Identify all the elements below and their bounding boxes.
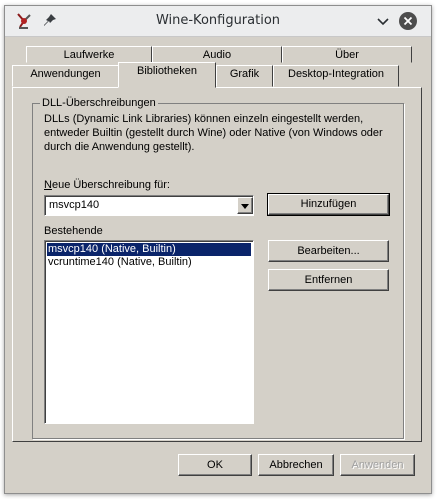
tab-label: Audio xyxy=(202,49,232,61)
tab-label: Laufwerke xyxy=(63,49,115,61)
apply-button[interactable]: Anwenden xyxy=(340,454,415,476)
tab-label: Anwendungen xyxy=(30,68,101,80)
tab-anwendungen[interactable]: Anwendungen xyxy=(12,65,119,87)
tab-label: Desktop-Integration xyxy=(288,68,384,80)
list-item[interactable]: vcruntime140 (Native, Builtin) xyxy=(47,256,251,269)
cancel-button[interactable]: Abbrechen xyxy=(258,454,334,476)
combobox-value: msvcp140 xyxy=(49,199,100,211)
tab-label: Bibliotheken xyxy=(137,65,197,77)
new-override-label-text: eue Überschreibung für: xyxy=(51,179,170,191)
combobox-dropdown-button[interactable] xyxy=(237,197,253,214)
list-item[interactable]: msvcp140 (Native, Builtin) xyxy=(47,243,251,256)
window-title: Wine-Konfiguration xyxy=(155,13,281,28)
edit-button[interactable]: Bearbeiten... xyxy=(268,240,389,262)
new-override-label: Neue Überschreibung für: xyxy=(44,179,170,191)
dropdown-arrow-icon xyxy=(241,204,249,209)
tab-grafik[interactable]: Grafik xyxy=(216,65,273,87)
tab-label: Über xyxy=(335,49,359,61)
ok-button[interactable]: OK xyxy=(178,454,252,476)
description-text: DLLs (Dynamic Link Libraries) können ein… xyxy=(44,113,383,153)
tab-ueber[interactable]: Über xyxy=(282,46,412,63)
remove-button-label: Entfernen xyxy=(304,274,353,286)
group-label: DLL-Überschreibungen xyxy=(40,97,158,109)
cancel-button-label: Abbrechen xyxy=(269,459,323,471)
chevron-down-icon[interactable] xyxy=(373,11,393,31)
new-override-combobox[interactable]: msvcp140 xyxy=(44,195,254,216)
title-bar: Wine-Konfiguration xyxy=(5,6,431,37)
add-button-label: Hinzufügen xyxy=(300,198,357,210)
tab-bibliotheken[interactable]: Bibliotheken xyxy=(118,62,216,88)
tab-laufwerke[interactable]: Laufwerke xyxy=(26,46,152,63)
add-button[interactable]: Hinzufügen xyxy=(267,193,390,216)
ok-button-label: OK xyxy=(207,459,223,471)
tab-label: Grafik xyxy=(229,68,260,80)
apply-button-label: Anwenden xyxy=(351,459,404,471)
tab-desktop-integration[interactable]: Desktop-Integration xyxy=(273,65,399,87)
tab-audio[interactable]: Audio xyxy=(152,46,282,63)
close-icon[interactable] xyxy=(398,11,418,31)
wine-config-window: Wine-Konfiguration Laufwerke Audio Über … xyxy=(4,5,432,494)
existing-label: Bestehende xyxy=(44,225,103,237)
existing-overrides-list[interactable]: msvcp140 (Native, Builtin) vcruntime140 … xyxy=(44,240,254,424)
edit-button-label: Bearbeiten... xyxy=(297,245,360,257)
remove-button[interactable]: Entfernen xyxy=(268,269,389,291)
